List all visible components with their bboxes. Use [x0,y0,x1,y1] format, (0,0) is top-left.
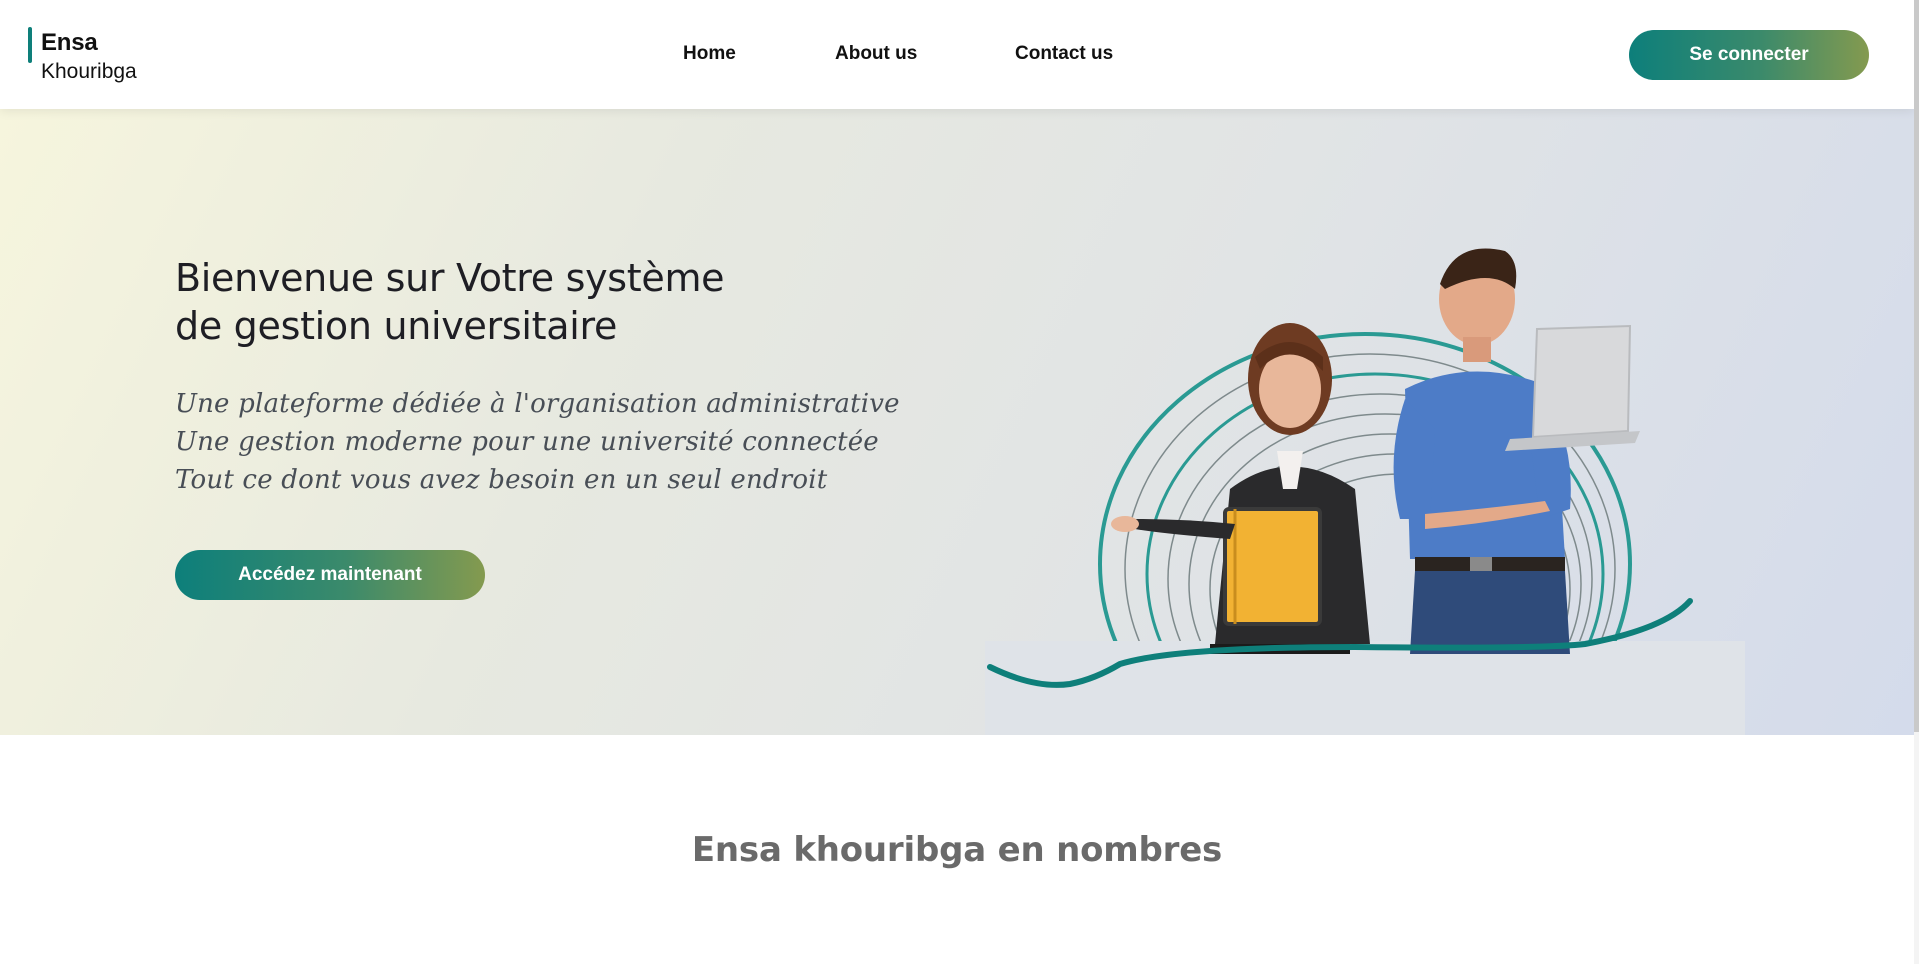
hero-section: Bienvenue sur Votre système de gestion u… [0,109,1914,735]
hero-subtitle-line: Une plateforme dédiée à l'organisation a… [175,389,900,419]
hero-title-line-1: Bienvenue sur Votre système [175,256,725,300]
logo-accent-bar [28,27,32,63]
page: Ensa Khouribga Home About us Contact us … [0,0,1914,964]
login-button[interactable]: Se connecter [1629,30,1869,80]
site-logo[interactable]: Ensa Khouribga [28,25,168,85]
nav-contact-link[interactable]: Contact us [1015,43,1113,65]
students-with-laptop-illustration [985,248,1745,735]
nav-about-link[interactable]: About us [835,43,917,65]
scrollbar-thumb[interactable] [1914,0,1919,732]
hero-title-line-2: de gestion universitaire [175,304,618,348]
hero-subtitle: Une plateforme dédiée à l'organisation a… [175,385,900,499]
stats-section-title: Ensa khouribga en nombres [691,830,1223,870]
ring-mask [985,641,1745,735]
logo-title: Ensa [41,29,98,56]
hero-subtitle-line: Tout ce dont vous avez besoin en un seul… [175,465,828,495]
access-now-button[interactable]: Accédez maintenant [175,550,485,600]
nav-home-link[interactable]: Home [683,43,736,65]
hero-title: Bienvenue sur Votre système de gestion u… [175,254,875,350]
vertical-scrollbar[interactable] [1914,0,1919,964]
top-navbar: Ensa Khouribga Home About us Contact us … [0,0,1914,109]
hero-subtitle-line: Une gestion moderne pour une université … [175,427,879,457]
logo-subtitle: Khouribga [41,60,137,83]
